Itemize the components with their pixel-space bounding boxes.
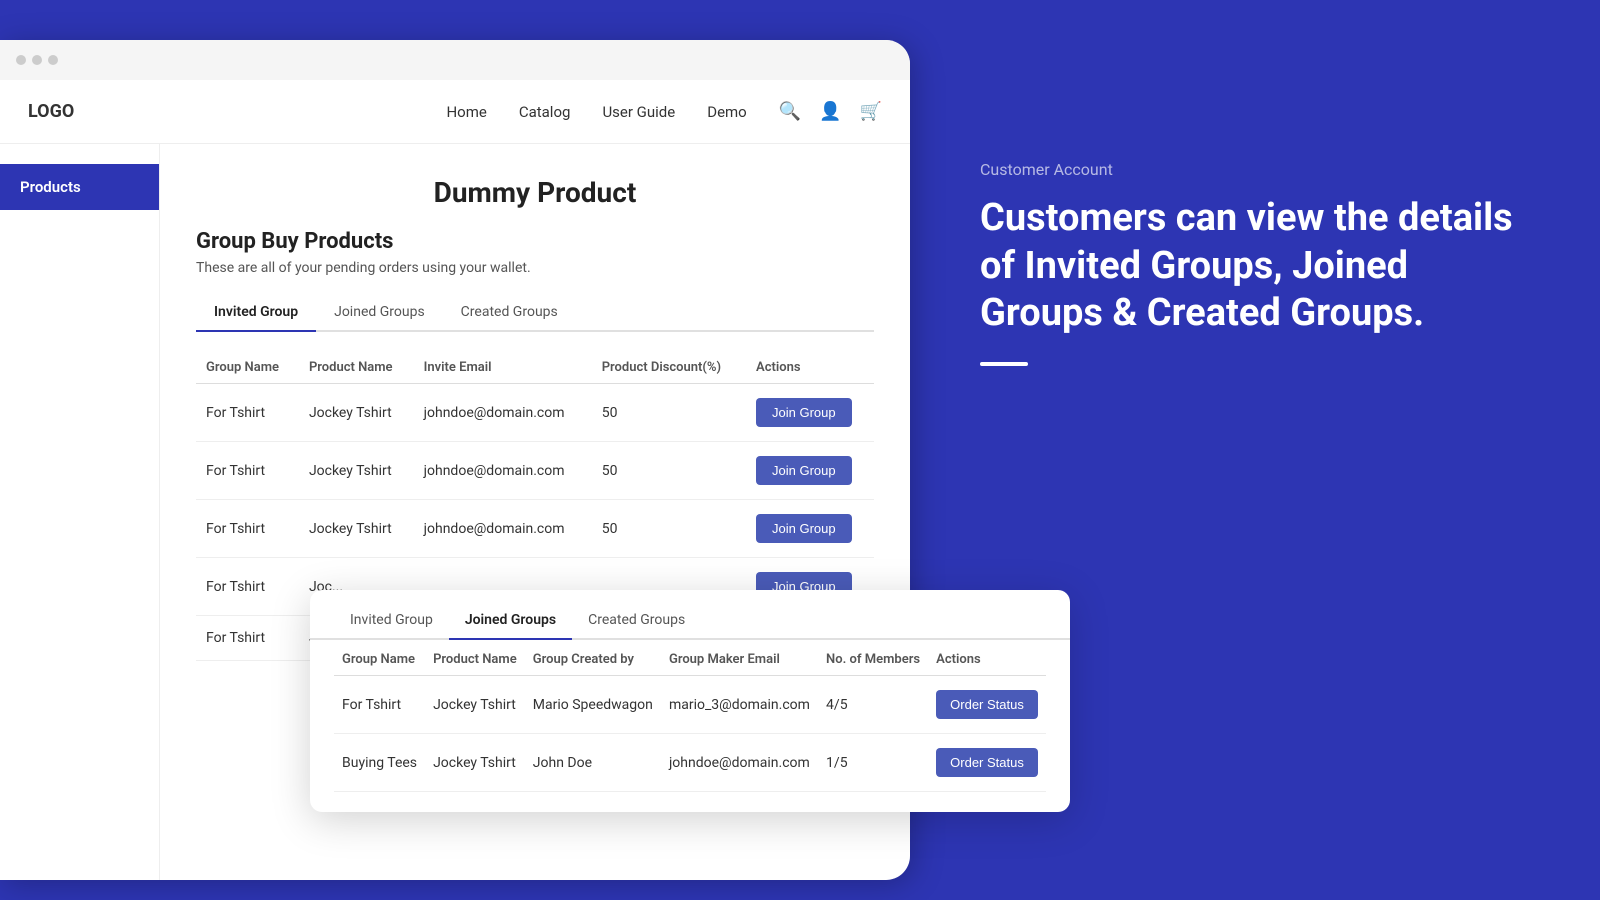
cell-action: Join Group [746,442,874,500]
overlay-tab-invited[interactable]: Invited Group [334,604,449,640]
cell-action: Join Group [746,500,874,558]
table-row: For Tshirt Jockey Tshirt johndoe@domain.… [196,384,874,442]
ov-cell-maker-email: mario_3@domain.com [661,676,818,734]
ov-cell-created-by: John Doe [525,734,661,792]
table-row: For Tshirt Jockey Tshirt johndoe@domain.… [196,442,874,500]
ov-cell-group-name: Buying Tees [334,734,425,792]
tabs: Invited Group Joined Groups Created Grou… [196,296,874,332]
ov-cell-created-by: Mario Speedwagon [525,676,661,734]
ov-col-group-name: Group Name [334,640,425,676]
nav-icons: 🔍 👤 🛒 [779,101,882,122]
ov-col-actions: Actions [928,640,1046,676]
join-group-button[interactable]: Join Group [756,398,852,427]
dot-1 [16,55,26,65]
tab-joined-groups[interactable]: Joined Groups [316,296,443,332]
ov-cell-product-name: Jockey Tshirt [425,676,525,734]
nav-catalog[interactable]: Catalog [519,103,571,121]
order-status-button[interactable]: Order Status [936,690,1038,719]
tab-invited-group[interactable]: Invited Group [196,296,316,332]
cell-product-name: Jockey Tshirt [299,500,414,558]
ov-cell-product-name: Jockey Tshirt [425,734,525,792]
col-group-name: Group Name [196,352,299,384]
overlay-tab-created[interactable]: Created Groups [572,604,701,640]
join-group-button[interactable]: Join Group [756,514,852,543]
cell-discount: 50 [592,384,746,442]
search-icon[interactable]: 🔍 [779,101,801,122]
ov-col-maker-email: Group Maker Email [661,640,818,676]
user-icon[interactable]: 👤 [819,101,841,122]
page-title: Dummy Product [196,176,874,209]
ov-cell-maker-email: johndoe@domain.com [661,734,818,792]
cell-group-name: For Tshirt [196,384,299,442]
cell-invite-email: johndoe@domain.com [414,442,592,500]
cell-group-name: For Tshirt [196,558,299,616]
overlay-tabs: Invited Group Joined Groups Created Grou… [310,590,1070,640]
cell-group-name: For Tshirt [196,500,299,558]
tab-created-groups[interactable]: Created Groups [443,296,576,332]
join-group-button[interactable]: Join Group [756,456,852,485]
dot-3 [48,55,58,65]
overlay-card: Invited Group Joined Groups Created Grou… [310,590,1070,812]
ov-cell-action: Order Status [928,676,1046,734]
overlay-tab-joined[interactable]: Joined Groups [449,604,572,640]
col-discount: Product Discount(%) [592,352,746,384]
ov-cell-action: Order Status [928,734,1046,792]
ov-cell-group-name: For Tshirt [334,676,425,734]
panel-label: Customer Account [980,160,1540,179]
section-desc: These are all of your pending orders usi… [196,260,874,276]
cell-invite-email: johndoe@domain.com [414,500,592,558]
navigation: LOGO Home Catalog User Guide Demo 🔍 👤 🛒 [0,80,910,144]
sidebar: Products [0,144,160,880]
cell-group-name: For Tshirt [196,442,299,500]
logo: LOGO [28,101,74,122]
ov-cell-members: 4/5 [818,676,928,734]
panel-headline: Customers can view the details of Invite… [980,195,1540,338]
sidebar-item-products[interactable]: Products [0,164,159,210]
table-row: For Tshirt Jockey Tshirt johndoe@domain.… [196,500,874,558]
col-product-name: Product Name [299,352,414,384]
cell-discount: 50 [592,442,746,500]
underline-bar [980,362,1028,366]
nav-demo[interactable]: Demo [707,103,747,121]
nav-links: Home Catalog User Guide Demo [446,103,746,121]
ov-col-members: No. of Members [818,640,928,676]
dot-2 [32,55,42,65]
top-bar [0,40,910,80]
section-title: Group Buy Products [196,229,874,254]
cell-product-name: Jockey Tshirt [299,442,414,500]
col-invite-email: Invite Email [414,352,592,384]
joined-groups-table: Group Name Product Name Group Created by… [334,640,1046,792]
cell-action: Join Group [746,384,874,442]
ov-cell-members: 1/5 [818,734,928,792]
table-row: Buying Tees Jockey Tshirt John Doe johnd… [334,734,1046,792]
overlay-table-wrap: Group Name Product Name Group Created by… [310,640,1070,792]
cell-invite-email: johndoe@domain.com [414,384,592,442]
col-actions: Actions [746,352,874,384]
nav-home[interactable]: Home [446,103,486,121]
nav-user-guide[interactable]: User Guide [602,103,675,121]
cell-group-name: For Tshirt [196,616,299,661]
cell-discount: 50 [592,500,746,558]
table-row: For Tshirt Jockey Tshirt Mario Speedwago… [334,676,1046,734]
ov-col-created-by: Group Created by [525,640,661,676]
ov-col-product-name: Product Name [425,640,525,676]
order-status-button[interactable]: Order Status [936,748,1038,777]
cart-icon[interactable]: 🛒 [860,101,882,122]
cell-product-name: Jockey Tshirt [299,384,414,442]
